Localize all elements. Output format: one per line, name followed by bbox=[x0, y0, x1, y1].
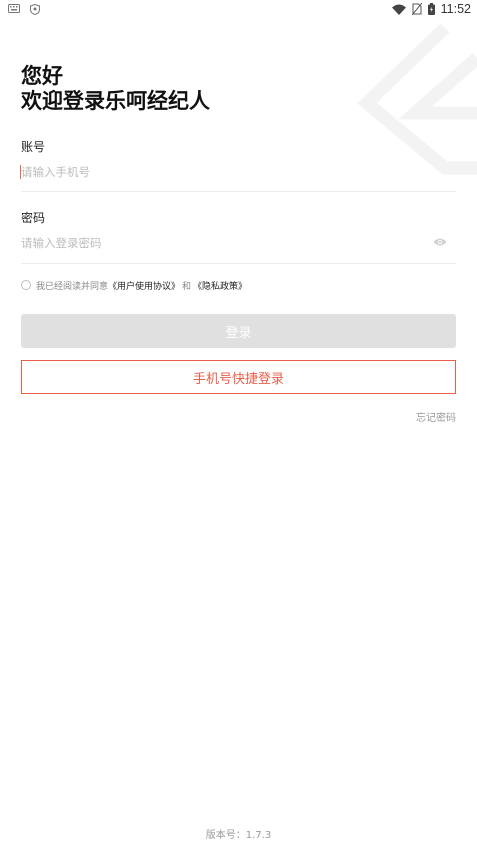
version-text: 版本号：1.7.3 bbox=[205, 830, 272, 841]
greeting-line-welcome: 欢迎登录乐呵经纪人 bbox=[21, 89, 210, 113]
status-time: 11:52 bbox=[440, 2, 471, 16]
text-caret bbox=[20, 165, 21, 179]
status-bar: 11:52 bbox=[0, 0, 477, 20]
password-input[interactable] bbox=[21, 232, 421, 254]
agreement-radio[interactable] bbox=[21, 280, 31, 290]
login-button[interactable]: 登录 bbox=[21, 314, 456, 348]
account-phone-input[interactable] bbox=[21, 161, 441, 183]
greeting-title: 您好 欢迎登录乐呵经纪人 bbox=[21, 64, 210, 114]
battery-icon bbox=[427, 3, 435, 15]
agreement-conjunction: 和 bbox=[182, 281, 192, 292]
greeting-line-hello: 您好 bbox=[21, 64, 63, 88]
agreement-row: 我已经阅读并同意 《用户使用协议》 和 《隐私政策》 bbox=[21, 278, 247, 292]
wifi-icon bbox=[391, 4, 406, 15]
phone-quick-login-button[interactable]: 手机号快捷登录 bbox=[21, 360, 456, 394]
password-divider bbox=[21, 263, 456, 264]
account-label: 账号 bbox=[21, 140, 46, 154]
keyboard-icon bbox=[8, 4, 20, 13]
shield-icon bbox=[30, 4, 40, 15]
decorative-arrow-watermark bbox=[357, 23, 477, 175]
agreement-prefix: 我已经阅读并同意 bbox=[36, 281, 109, 292]
account-divider bbox=[21, 191, 456, 192]
no-sim-icon bbox=[411, 3, 422, 15]
eye-icon[interactable] bbox=[433, 237, 447, 247]
password-label: 密码 bbox=[21, 211, 46, 225]
forgot-password-link[interactable]: 忘记密码 bbox=[416, 409, 456, 424]
user-agreement-link[interactable]: 《用户使用协议》 bbox=[108, 279, 180, 292]
privacy-policy-link[interactable]: 《隐私政策》 bbox=[193, 279, 247, 292]
